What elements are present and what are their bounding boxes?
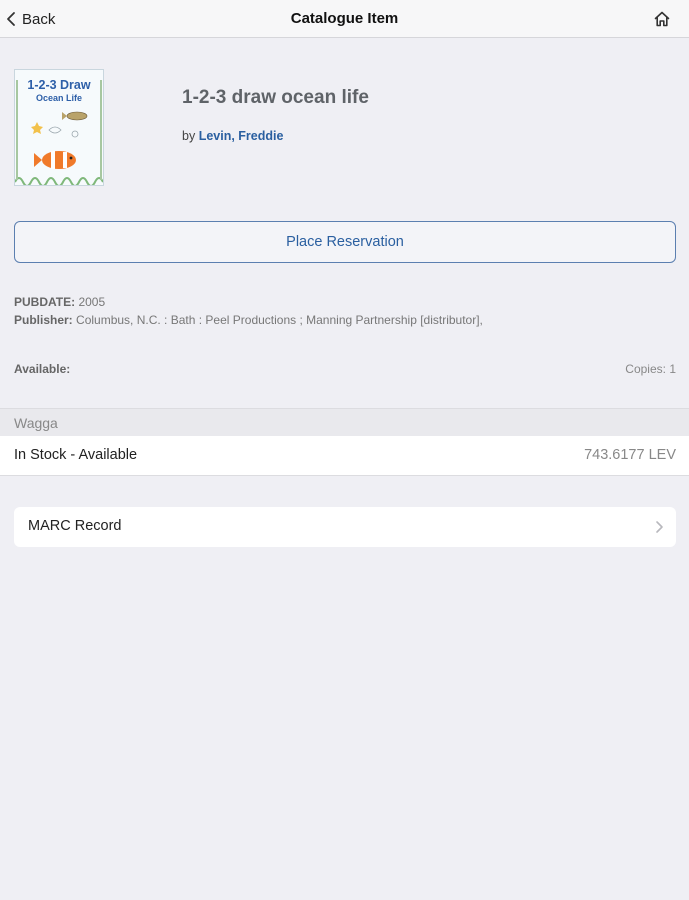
marc-record-row[interactable]: MARC Record	[14, 507, 676, 547]
home-icon[interactable]	[653, 10, 671, 28]
item-author-line: by Levin, Freddie	[182, 129, 283, 143]
place-reservation-button[interactable]: Place Reservation	[14, 221, 676, 263]
available-label: Available:	[14, 362, 71, 376]
cover-title-line2: Ocean Life	[36, 93, 82, 103]
pubdate-value: 2005	[78, 295, 106, 309]
cover-title-line1: 1-2-3 Draw	[27, 78, 90, 92]
nav-bar: Back Catalogue Item	[0, 0, 689, 38]
marc-record-label: MARC Record	[28, 518, 122, 534]
page-title: Catalogue Item	[290, 10, 399, 27]
author-prefix: by	[182, 129, 196, 143]
branch-header: Wagga	[0, 408, 689, 436]
pubdate-line: PUBDATE: 2005	[14, 295, 105, 309]
publisher-label: Publisher:	[14, 313, 73, 327]
item-title: 1-2-3 draw ocean life	[182, 87, 369, 108]
holding-status: In Stock - Available	[14, 447, 138, 463]
holding-row: In Stock - Available 743.6177 LEV	[0, 436, 689, 476]
publisher-line: Publisher: Columbus, N.C. : Bath : Peel …	[14, 313, 483, 327]
call-number: 743.6177 LEV	[584, 447, 676, 463]
book-cover-image: 1-2-3 Draw Ocean Life	[14, 69, 104, 186]
pubdate-label: PUBDATE:	[14, 295, 76, 309]
author-link[interactable]: Levin, Freddie	[199, 129, 284, 143]
chevron-right-icon	[656, 521, 663, 533]
publisher-value: Columbus, N.C. : Bath : Peel Productions…	[76, 313, 483, 327]
copies-count: Copies: 1	[625, 362, 676, 376]
